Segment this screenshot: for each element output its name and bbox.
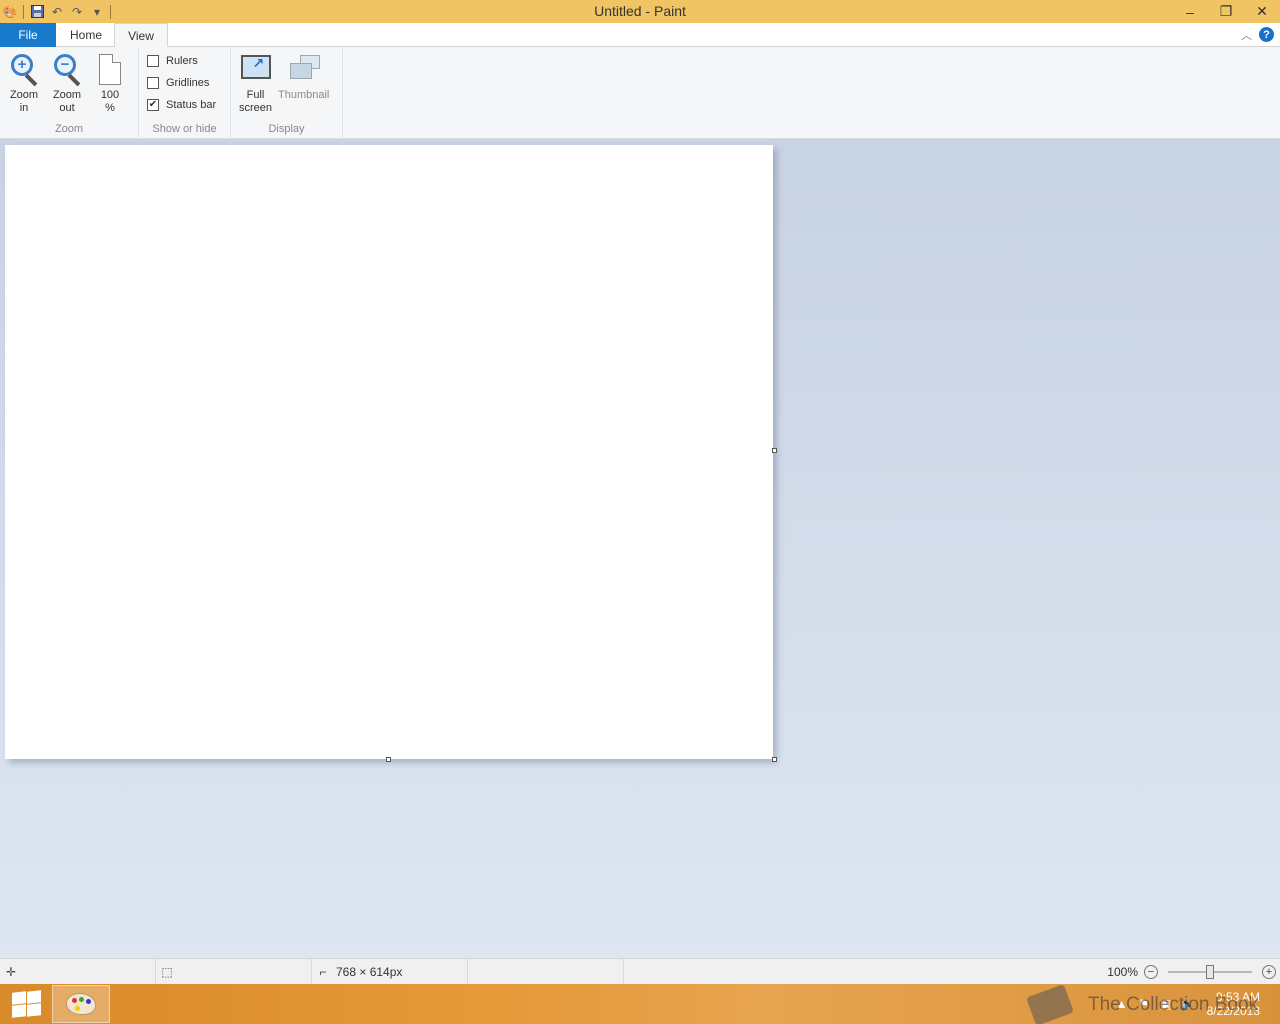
zoom-out-small-icon[interactable]: −	[1144, 965, 1158, 979]
full-screen-button[interactable]: ↗ Full screen	[239, 53, 272, 115]
zoom-out-label-1: Zoom	[52, 89, 82, 101]
status-bar: ✛ ⬚ ⌐ 768 × 614px 100% − +	[0, 958, 1280, 985]
thumbnail-button[interactable]: Thumbnail	[278, 53, 329, 102]
zoom-in-label-2: in	[19, 102, 29, 114]
gridlines-check-box[interactable]	[147, 77, 159, 89]
minimize-button[interactable]: –	[1172, 0, 1208, 23]
cursor-position-icon: ✛	[5, 965, 17, 979]
ribbon: + Zoom in − Zoom out 100 % Zoom Rulers G…	[0, 47, 1280, 139]
status-bar-check-box[interactable]: ✔	[147, 99, 159, 111]
resize-handle-right[interactable]	[772, 448, 777, 453]
group-show-hide: Rulers Gridlines ✔ Status bar Show or hi…	[139, 47, 231, 139]
actual-size-button[interactable]: 100 %	[94, 53, 126, 115]
close-button[interactable]: ✕	[1244, 0, 1280, 23]
resize-handle-bottom[interactable]	[386, 757, 391, 762]
tab-view[interactable]: View	[114, 23, 168, 48]
help-icon[interactable]: ?	[1259, 27, 1274, 42]
zoom-slider[interactable]	[1168, 965, 1252, 979]
group-zoom: + Zoom in − Zoom out 100 % Zoom	[0, 47, 139, 139]
start-button[interactable]	[8, 990, 41, 1018]
drawing-canvas[interactable]	[5, 145, 773, 759]
zoom-in-small-icon[interactable]: +	[1262, 965, 1276, 979]
selection-size-cell: ⬚	[156, 959, 312, 985]
zoom-slider-thumb[interactable]	[1206, 965, 1214, 979]
watermark-text: The Collection Book	[1088, 994, 1259, 1015]
windows-logo-icon	[12, 991, 26, 1005]
group-label-display: Display	[268, 123, 305, 135]
rulers-checkbox[interactable]: Rulers	[147, 55, 198, 67]
zoom-level-text: 100%	[1107, 965, 1138, 979]
zoom-out-icon: −	[54, 54, 76, 76]
tab-home[interactable]: Home	[58, 23, 114, 47]
zoom-out-button[interactable]: − Zoom out	[51, 53, 83, 115]
gridlines-label: Gridlines	[166, 77, 210, 89]
zoom-in-icon: +	[11, 54, 33, 76]
file-size-cell	[468, 959, 624, 985]
ribbon-tabs: File Home View ︿ ?	[0, 23, 1280, 48]
watermark: The Collection Book	[1026, 984, 1259, 1024]
group-display: ↗ Full screen Thumbnail Display	[231, 47, 343, 139]
zoom-out-label-2: out	[59, 102, 75, 114]
canvas-size-text: 768 × 614px	[336, 965, 403, 979]
actual-size-label-1: 100	[100, 89, 120, 101]
full-screen-label-1: Full	[246, 89, 265, 101]
book-icon	[1026, 984, 1074, 1024]
status-bar-checkbox[interactable]: ✔ Status bar	[147, 99, 216, 111]
rulers-label: Rulers	[166, 55, 198, 67]
taskbar-paint-button[interactable]	[52, 985, 110, 1023]
actual-size-label-2: %	[105, 102, 115, 114]
title-bar: 🎨 ↶ ↷ ▾ Untitled - Paint – ❐ ✕	[0, 0, 1280, 23]
page-icon	[99, 54, 121, 85]
tab-file[interactable]: File	[0, 23, 56, 47]
zoom-in-button[interactable]: + Zoom in	[8, 53, 40, 115]
collapse-ribbon-icon[interactable]: ︿	[1241, 27, 1252, 43]
restore-button[interactable]: ❐	[1208, 0, 1244, 23]
canvas-workspace	[0, 139, 1280, 958]
window-controls: – ❐ ✕	[1172, 0, 1280, 23]
group-label-zoom: Zoom	[54, 123, 84, 135]
zoom-controls: 100% − +	[1107, 959, 1280, 985]
selection-icon: ⬚	[161, 965, 173, 979]
thumbnail-label: Thumbnail	[278, 89, 330, 101]
canvas-size-cell: ⌐ 768 × 614px	[312, 959, 468, 985]
full-screen-label-2: screen	[239, 102, 273, 114]
group-label-show-hide: Show or hide	[152, 123, 217, 135]
rulers-check-box[interactable]	[147, 55, 159, 67]
status-bar-label: Status bar	[166, 99, 217, 111]
window-title: Untitled - Paint	[594, 3, 686, 19]
paint-app-icon	[66, 993, 96, 1015]
resize-handle-corner[interactable]	[772, 757, 777, 762]
gridlines-checkbox[interactable]: Gridlines	[147, 77, 209, 89]
cursor-position-cell: ✛	[0, 959, 156, 985]
canvas-size-icon: ⌐	[319, 965, 327, 979]
zoom-in-label-1: Zoom	[9, 89, 39, 101]
